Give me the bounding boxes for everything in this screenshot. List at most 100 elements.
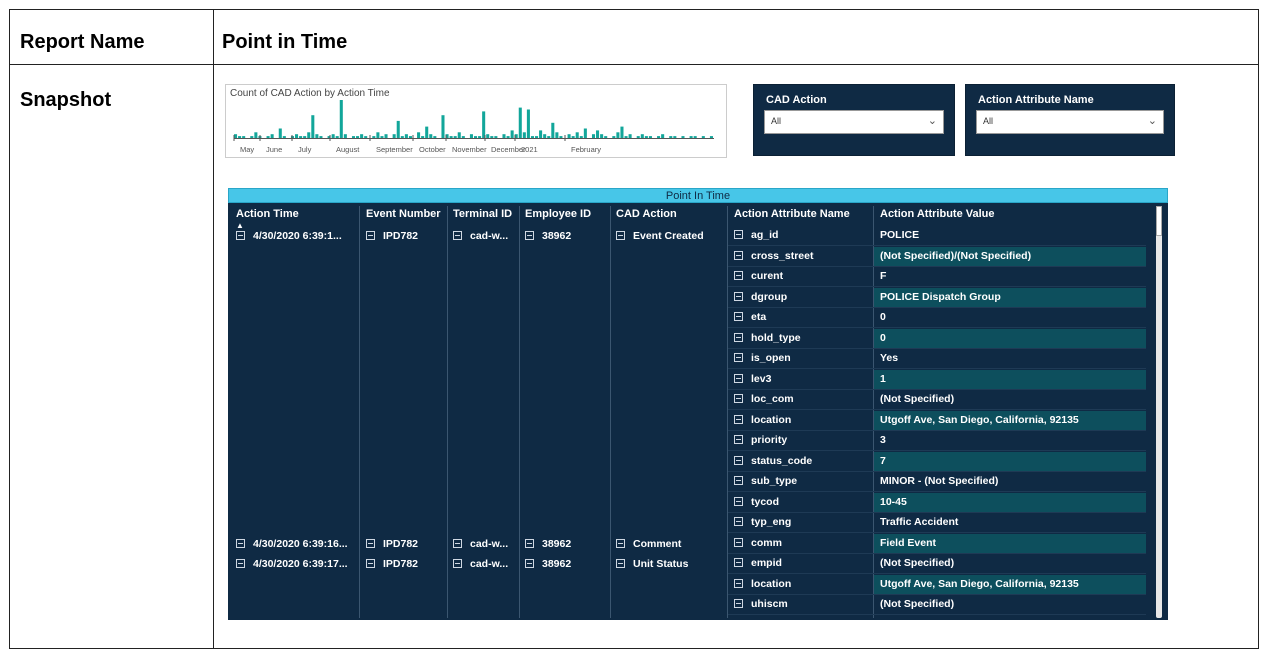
attribute-name-cell[interactable]: uhiscm: [734, 595, 788, 614]
chart-bar[interactable]: [486, 134, 490, 138]
chart-bar[interactable]: [502, 134, 506, 138]
chart-bar[interactable]: [282, 136, 286, 138]
chart-bar[interactable]: [392, 134, 396, 138]
table-row[interactable]: location Utgoff Ave, San Diego, Californi…: [728, 574, 1146, 594]
event-cell-cad-action[interactable]: Event Created: [616, 226, 704, 246]
chart-bar[interactable]: [429, 134, 433, 138]
chart-bar[interactable]: [571, 136, 575, 138]
event-cell-terminal-id[interactable]: cad-w...: [453, 554, 508, 574]
chart-bar[interactable]: [530, 136, 534, 138]
collapse-icon[interactable]: [525, 559, 534, 568]
collapse-icon[interactable]: [453, 538, 462, 548]
chart-bar[interactable]: [669, 136, 673, 138]
table-row[interactable]: curent F: [728, 267, 1146, 286]
collapse-icon[interactable]: [366, 538, 375, 548]
action-attribute-slicer[interactable]: Action Attribute Name All ⌄: [965, 84, 1175, 156]
chart-bar[interactable]: [335, 136, 339, 138]
attribute-name-cell[interactable]: typ_eng: [734, 513, 791, 532]
attribute-name-cell[interactable]: status_code: [734, 452, 812, 471]
column-header-employee-id[interactable]: Employee ID: [525, 208, 591, 220]
table-scrollbar[interactable]: [1156, 206, 1162, 618]
cad-action-chart[interactable]: Count of CAD Action by Action Time May Ju…: [225, 84, 727, 158]
collapse-icon[interactable]: [734, 496, 743, 506]
chart-bar[interactable]: [591, 134, 596, 138]
table-row[interactable]: sub_type MINOR - (Not Specified): [728, 472, 1146, 491]
attribute-name-cell[interactable]: dgroup: [734, 288, 787, 307]
table-row[interactable]: eta 0: [728, 308, 1146, 327]
chart-bar[interactable]: [351, 136, 356, 138]
table-row[interactable]: ag_id POLICE: [728, 226, 1146, 245]
table-row[interactable]: hold_type 0: [728, 328, 1146, 348]
column-header-cad-action[interactable]: CAD Action: [616, 208, 677, 220]
chart-bar[interactable]: [372, 136, 376, 138]
chart-bar[interactable]: [315, 134, 319, 138]
chart-bar[interactable]: [575, 132, 579, 138]
chart-bar[interactable]: [579, 136, 583, 138]
chart-bar[interactable]: [461, 136, 465, 138]
chart-bar[interactable]: [567, 134, 571, 138]
table-row[interactable]: tycod 10-45: [728, 492, 1146, 512]
column-header-attribute-value[interactable]: Action Attribute Value: [880, 208, 995, 220]
column-header-attribute-name[interactable]: Action Attribute Name: [734, 208, 850, 220]
chart-bar[interactable]: [701, 136, 705, 138]
chart-bar[interactable]: [254, 132, 258, 138]
collapse-icon[interactable]: [366, 231, 375, 240]
table-row[interactable]: priority 3: [728, 431, 1146, 450]
chart-bar[interactable]: [453, 136, 457, 138]
collapse-icon[interactable]: [734, 373, 743, 383]
chart-bar[interactable]: [343, 134, 347, 138]
collapse-icon[interactable]: [525, 538, 534, 548]
chart-bar[interactable]: [600, 134, 604, 138]
chart-bar[interactable]: [616, 132, 620, 138]
chart-bar[interactable]: [506, 136, 510, 138]
chart-bar[interactable]: [421, 136, 425, 138]
collapse-icon[interactable]: [734, 250, 743, 260]
collapse-icon[interactable]: [616, 231, 625, 240]
chart-bar[interactable]: [620, 126, 624, 138]
collapse-icon[interactable]: [734, 517, 743, 526]
collapse-icon[interactable]: [734, 353, 743, 362]
attribute-name-cell[interactable]: lev3: [734, 370, 771, 389]
chart-bar[interactable]: [518, 107, 522, 138]
table-row[interactable]: status_code 7: [728, 451, 1146, 471]
chart-bar[interactable]: [266, 136, 270, 138]
event-cell-event-number[interactable]: IPD782: [366, 226, 418, 246]
collapse-icon[interactable]: [734, 558, 743, 567]
attribute-name-cell[interactable]: comm: [734, 534, 782, 553]
attribute-name-cell[interactable]: eta: [734, 308, 766, 327]
chart-bar[interactable]: [417, 132, 421, 138]
chart-bar[interactable]: [425, 126, 429, 138]
table-row[interactable]: dgroup POLICE Dispatch Group: [728, 287, 1146, 307]
table-row[interactable]: lev3 1: [728, 369, 1146, 389]
collapse-icon[interactable]: [236, 231, 245, 240]
chart-bar[interactable]: [526, 109, 530, 139]
column-header-action-time[interactable]: Action Time: [236, 208, 299, 220]
chart-bar[interactable]: [543, 134, 547, 138]
event-cell-time[interactable]: 4/30/2020 6:39:17...: [236, 554, 348, 574]
chart-bar[interactable]: [482, 111, 486, 138]
column-header-event-number[interactable]: Event Number: [366, 208, 441, 220]
event-cell-terminal-id[interactable]: cad-w...: [453, 534, 508, 554]
chart-bar[interactable]: [478, 136, 482, 138]
event-cell-event-number[interactable]: IPD782: [366, 554, 418, 574]
chart-bar[interactable]: [469, 134, 473, 138]
chart-bar[interactable]: [535, 136, 539, 138]
chart-bar[interactable]: [360, 134, 364, 138]
chart-bar[interactable]: [709, 136, 713, 138]
chart-bar[interactable]: [555, 132, 559, 138]
collapse-icon[interactable]: [734, 312, 743, 321]
chart-bar[interactable]: [522, 132, 526, 138]
chart-bar[interactable]: [380, 136, 384, 138]
chart-bar[interactable]: [404, 134, 408, 138]
collapse-icon[interactable]: [734, 332, 743, 342]
collapse-icon[interactable]: [453, 231, 462, 240]
chart-bar[interactable]: [339, 100, 343, 138]
chart-bar[interactable]: [376, 132, 380, 138]
attribute-name-cell[interactable]: sub_type: [734, 472, 797, 491]
chart-bar[interactable]: [238, 136, 242, 138]
chart-bar[interactable]: [331, 134, 335, 138]
chart-bar[interactable]: [644, 136, 648, 138]
table-row[interactable]: loc_com (Not Specified): [728, 390, 1146, 409]
chart-bar[interactable]: [278, 128, 282, 139]
event-cell-time[interactable]: 4/30/2020 6:39:1...: [236, 226, 342, 246]
